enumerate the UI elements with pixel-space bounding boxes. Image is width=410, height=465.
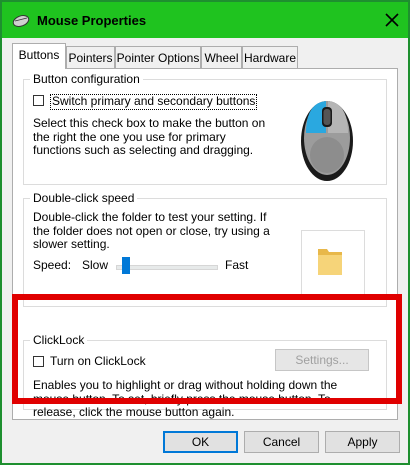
clicklock-group: ClickLock Turn on ClickLock Settings... … (23, 333, 387, 419)
clicklock-checkbox[interactable] (33, 356, 44, 367)
mouse-properties-window: Mouse Properties Buttons Pointers Pointe… (0, 0, 410, 465)
title-bar[interactable]: Mouse Properties (2, 2, 408, 38)
group-title: ClickLock (30, 333, 88, 347)
speed-label: Speed: (33, 258, 72, 272)
clicklock-description: Enables you to highlight or drag without… (33, 378, 338, 419)
slow-label: Slow (82, 258, 109, 272)
dialog-client-area: Buttons Pointers Pointer Options Wheel H… (8, 38, 404, 463)
switch-buttons-label[interactable]: Switch primary and secondary buttons (50, 94, 258, 110)
tab-wheel[interactable]: Wheel (201, 46, 242, 68)
test-folder-box[interactable] (301, 230, 365, 299)
mouse-app-icon (12, 15, 30, 27)
fast-label: Fast (225, 258, 249, 272)
double-click-speed-group: Double-click speed Double-click the fold… (23, 191, 387, 307)
ok-button[interactable]: OK (163, 431, 238, 453)
button-configuration-group: Button configuration Switch primary and … (23, 72, 387, 185)
group-title: Button configuration (30, 72, 143, 86)
apply-button[interactable]: Apply (325, 431, 400, 453)
cancel-button[interactable]: Cancel (244, 431, 319, 453)
speed-slider-track[interactable] (116, 265, 218, 270)
window-title: Mouse Properties (37, 13, 147, 28)
tab-pointer-options[interactable]: Pointer Options (115, 46, 201, 68)
button-config-description: Select this check box to make the button… (33, 116, 266, 157)
speed-slider-thumb[interactable] (122, 257, 130, 274)
double-click-description: Double-click the folder to test your set… (33, 210, 270, 251)
switch-buttons-checkbox[interactable] (33, 95, 44, 106)
folder-icon (318, 249, 342, 275)
group-title: Double-click speed (30, 191, 138, 205)
clicklock-label[interactable]: Turn on ClickLock (50, 354, 146, 369)
tab-panel-buttons: Button configuration Switch primary and … (12, 68, 398, 420)
tab-pointers[interactable]: Pointers (66, 46, 115, 68)
clicklock-settings-button[interactable]: Settings... (275, 349, 369, 371)
mouse-image (301, 101, 353, 181)
tab-hardware[interactable]: Hardware (242, 46, 298, 68)
tab-buttons[interactable]: Buttons (12, 43, 66, 69)
close-icon[interactable] (382, 10, 402, 30)
